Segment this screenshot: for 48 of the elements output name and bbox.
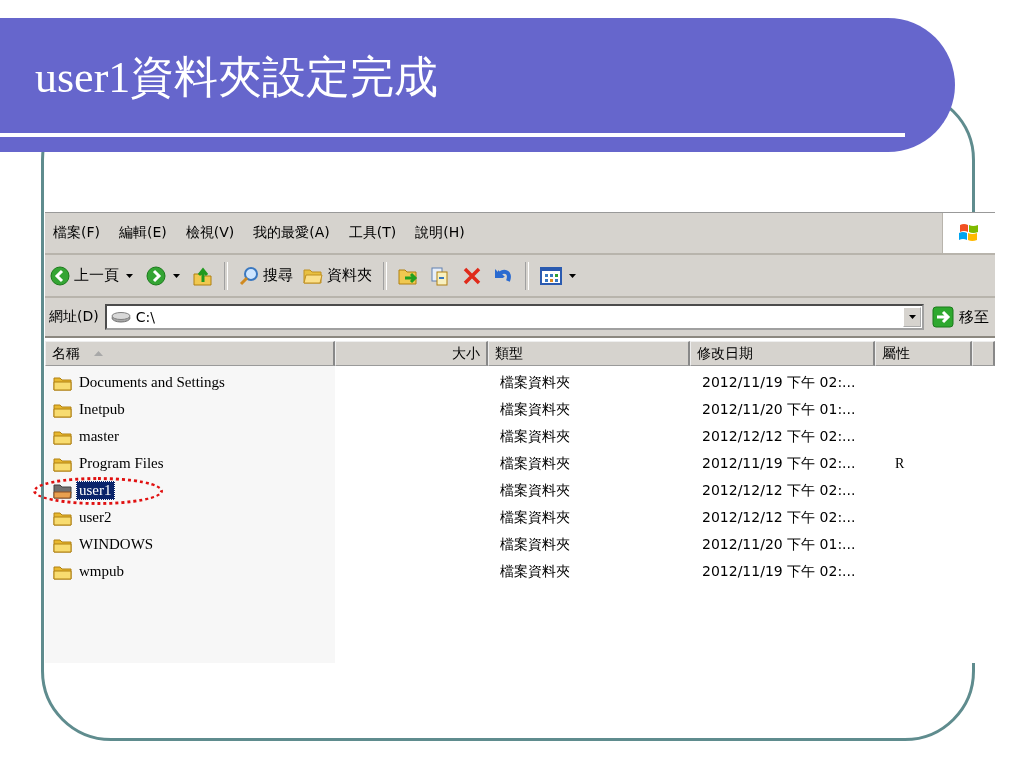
- file-name[interactable]: Documents and Settings: [76, 373, 228, 392]
- dropdown-button[interactable]: [903, 307, 921, 327]
- search-button[interactable]: 搜尋: [236, 263, 296, 288]
- menu-item[interactable]: 編輯(E): [111, 224, 178, 242]
- modified-date: 2012/12/12 下午 02:...: [702, 481, 856, 500]
- address-value: C:\: [135, 309, 155, 325]
- modified-date: 2012/11/19 下午 02:...: [702, 373, 856, 392]
- folders-button[interactable]: 資料夾: [300, 264, 375, 287]
- file-name[interactable]: wmpub: [76, 562, 127, 581]
- modified-date: 2012/11/20 下午 01:...: [702, 535, 856, 554]
- modified-date: 2012/12/12 下午 02:...: [702, 508, 856, 527]
- file-name[interactable]: Inetpub: [76, 400, 128, 419]
- file-type: 檔案資料夾: [500, 373, 570, 392]
- menu-item[interactable]: 工具(T): [340, 224, 408, 242]
- file-type: 檔案資料夾: [500, 508, 570, 527]
- file-name[interactable]: WINDOWS: [76, 535, 157, 554]
- attribute: R: [894, 455, 905, 472]
- menu-item[interactable]: 檢視(V): [177, 224, 246, 242]
- file-name[interactable]: master: [76, 427, 122, 446]
- modified-date: 2012/11/20 下午 01:...: [702, 400, 856, 419]
- search-icon: [239, 265, 259, 286]
- file-type: 檔案資料夾: [500, 562, 570, 581]
- address-label: 網址(D): [48, 308, 100, 326]
- delete-icon[interactable]: [462, 265, 482, 286]
- modified-date: 2012/12/12 下午 02:...: [702, 427, 856, 446]
- back-button[interactable]: 上一頁: [47, 263, 139, 288]
- go-button[interactable]: 移至: [928, 306, 993, 328]
- folder-icon: [303, 266, 323, 285]
- file-type: 檔案資料夾: [500, 481, 570, 500]
- file-name[interactable]: user2: [76, 508, 115, 527]
- file-type: 檔案資料夾: [500, 454, 570, 473]
- address-field[interactable]: C:\: [104, 304, 924, 330]
- caret-icon: [908, 315, 916, 319]
- menu-item[interactable]: 檔案(F): [45, 224, 111, 242]
- open-folder-icon: [53, 481, 73, 500]
- folder-up-icon: [193, 265, 213, 286]
- slide-title: user1資料夾設定完成: [34, 52, 440, 104]
- file-type: 檔案資料夾: [500, 400, 570, 419]
- menu-item[interactable]: 說明(H): [407, 224, 476, 242]
- modified-date: 2012/11/19 下午 02:...: [702, 454, 856, 473]
- file-type: 檔案資料夾: [500, 535, 570, 554]
- menu-item[interactable]: 我的最愛(A): [245, 224, 341, 242]
- file-name[interactable]: user1: [76, 481, 115, 500]
- modified-date: 2012/11/19 下午 02:...: [702, 562, 856, 581]
- view-grid-icon: [540, 266, 562, 285]
- file-name[interactable]: Program Files: [76, 454, 167, 473]
- file-type: 檔案資料夾: [500, 427, 570, 446]
- drive-icon: [110, 311, 131, 323]
